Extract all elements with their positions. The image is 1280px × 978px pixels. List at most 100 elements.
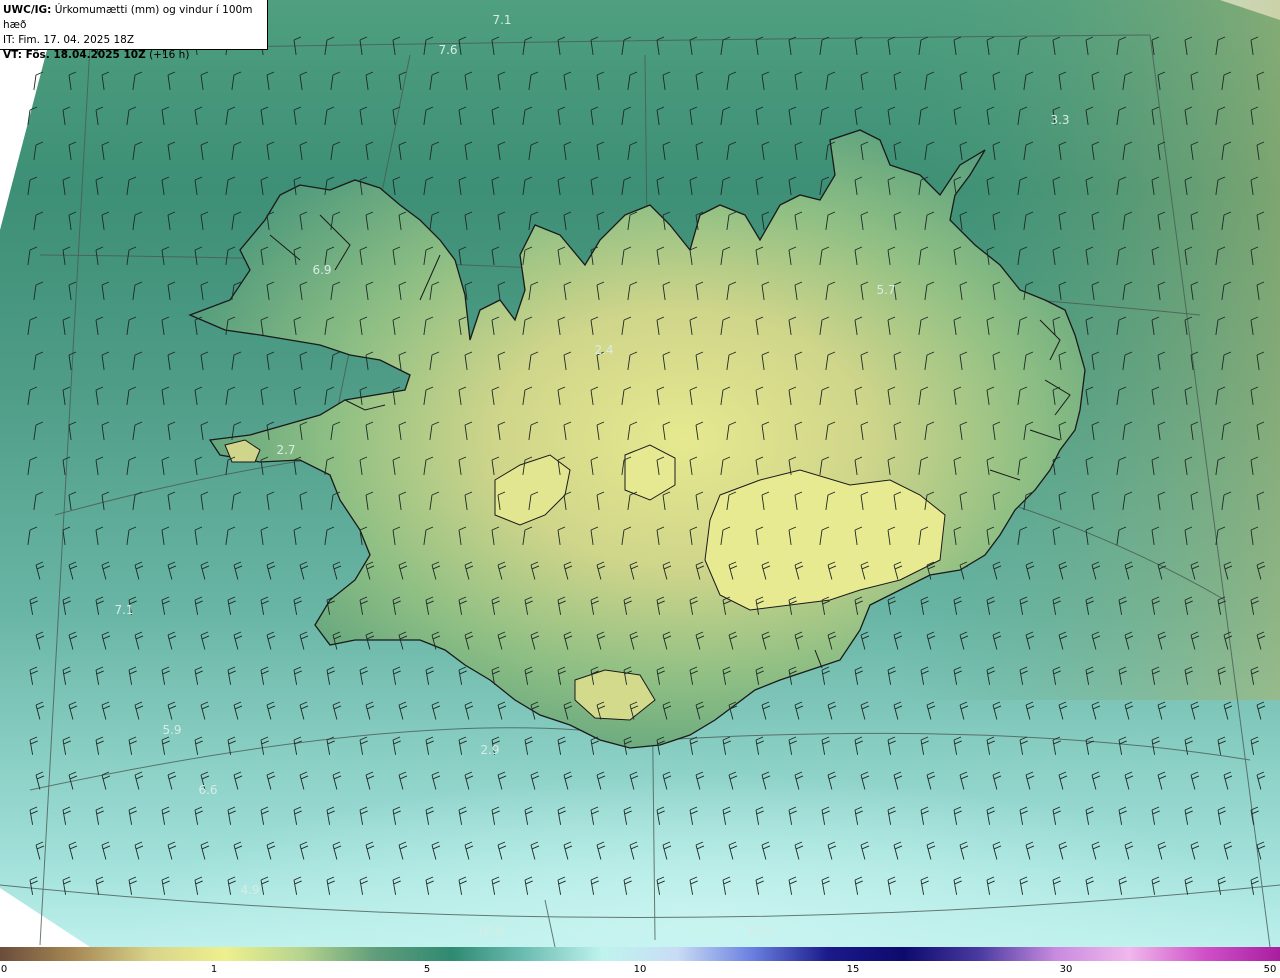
wind-barb — [200, 561, 210, 580]
wind-barb — [101, 561, 111, 580]
wind-barb — [662, 141, 671, 160]
wind-barb — [365, 141, 374, 160]
wind-barb — [491, 246, 500, 265]
wind-barb — [522, 106, 533, 125]
colorbar-tick-label: 1 — [210, 964, 218, 975]
value-label: 10.4 — [747, 924, 774, 938]
value-label: 5.7 — [876, 283, 895, 297]
wind-barb — [695, 141, 704, 160]
wind-barb — [101, 281, 110, 300]
wind-barb — [458, 176, 467, 195]
wind-barb — [491, 106, 500, 125]
wind-barb — [563, 211, 572, 230]
wind-barb — [429, 211, 440, 230]
wind-barb — [299, 71, 308, 90]
wind-barb — [68, 491, 77, 510]
wind-barb — [231, 71, 242, 90]
wind-barb — [33, 141, 44, 160]
wind-barb — [563, 141, 572, 160]
wind-barb — [35, 561, 45, 580]
wind-barb — [365, 71, 374, 90]
wind-barb — [590, 36, 599, 55]
value-label: 6.6 — [198, 783, 217, 797]
wind-barb — [200, 141, 209, 160]
wind-barb — [167, 491, 176, 510]
value-label: 4.9 — [240, 883, 259, 897]
valid-time: VT: Fös. 18.04.2025 10Z — [3, 49, 146, 61]
wind-barb — [126, 106, 137, 125]
wind-barb — [464, 211, 473, 230]
wind-barb — [161, 176, 170, 195]
value-label: 7.6 — [438, 43, 457, 57]
wind-barb — [299, 561, 309, 580]
wind-barb — [260, 386, 269, 405]
wind-barb — [266, 561, 276, 580]
wind-barb — [95, 526, 104, 545]
wind-barb — [27, 316, 38, 335]
wind-barb — [126, 176, 137, 195]
wind-barb — [62, 386, 71, 405]
wind-barb — [95, 106, 104, 125]
value-label: 2.4 — [594, 343, 613, 357]
wind-barb — [200, 211, 209, 230]
wind-barb — [299, 491, 308, 510]
wind-barb — [590, 106, 599, 125]
wind-barb — [324, 526, 335, 545]
wind-barb — [233, 561, 243, 580]
wind-barb — [497, 141, 506, 160]
wind-barb — [522, 176, 533, 195]
wind-barb — [194, 176, 203, 195]
wind-barb — [132, 421, 143, 440]
wind-barb — [33, 491, 44, 510]
wind-barb — [101, 351, 110, 370]
wind-barb — [126, 526, 137, 545]
wind-barb — [788, 36, 797, 55]
forecast-offset: (+16 h) — [145, 49, 190, 61]
wind-barb — [755, 106, 764, 125]
wind-barb — [423, 106, 434, 125]
wind-barb — [761, 141, 770, 160]
wind-barb — [194, 106, 203, 125]
wind-barb — [225, 386, 236, 405]
wind-barb — [557, 106, 566, 125]
wind-barb — [464, 281, 473, 300]
wind-barb — [95, 176, 104, 195]
wind-barb — [101, 141, 110, 160]
wind-barb — [33, 211, 44, 230]
wind-barb — [293, 526, 302, 545]
wind-barb — [324, 386, 335, 405]
wind-barb — [887, 36, 896, 55]
wind-barb — [62, 246, 71, 265]
wind-barb — [68, 281, 77, 300]
wind-barb — [359, 36, 368, 55]
wind-barb — [726, 71, 737, 90]
wind-barb — [324, 106, 335, 125]
wind-barb — [726, 141, 737, 160]
wind-barb — [200, 281, 209, 300]
wind-barb — [689, 176, 698, 195]
wind-barb — [231, 211, 242, 230]
value-label: 5.9 — [162, 723, 181, 737]
wind-barb — [167, 561, 177, 580]
wind-barb — [161, 246, 170, 265]
wind-barb — [627, 141, 638, 160]
wind-barb — [33, 281, 44, 300]
wind-barb — [429, 71, 440, 90]
wind-barb — [464, 141, 473, 160]
colorbar-tick-label: 15 — [846, 964, 860, 975]
wind-barb — [596, 71, 605, 90]
wind-barb — [200, 421, 209, 440]
wind-barb — [392, 36, 401, 55]
wind-barb — [497, 71, 506, 90]
wind-barb — [126, 456, 137, 475]
wind-barb — [557, 36, 566, 55]
title-line: UWC/IG: Úrkomumætti (mm) og vindur í 100… — [3, 3, 267, 33]
wind-barb — [68, 71, 77, 90]
colorbar-gradient — [0, 947, 1280, 961]
wind-barb — [819, 36, 830, 55]
colorbar-tick-label: 5 — [423, 964, 431, 975]
wind-barb — [860, 71, 869, 90]
wind-barb — [266, 71, 275, 90]
title-prefix: UWC/IG: — [3, 4, 52, 16]
wind-barb — [266, 491, 275, 510]
